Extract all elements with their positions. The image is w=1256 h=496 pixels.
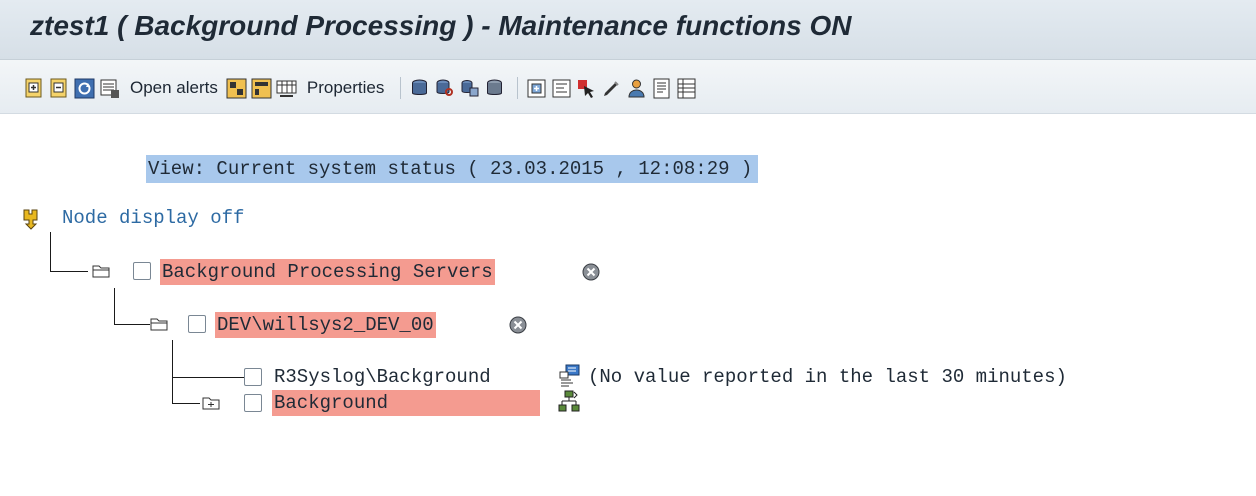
tree-connector bbox=[50, 271, 88, 272]
properties-button[interactable]: Properties bbox=[307, 78, 384, 98]
node-checkbox[interactable] bbox=[244, 394, 262, 412]
monitor-method-icon[interactable] bbox=[558, 364, 582, 393]
report-icon[interactable] bbox=[651, 78, 672, 99]
node-checkbox[interactable] bbox=[188, 315, 206, 333]
expand-icon[interactable] bbox=[24, 78, 45, 99]
database-icon[interactable] bbox=[409, 78, 430, 99]
tree-node-label[interactable]: R3Syslog\Background bbox=[272, 364, 493, 390]
display-icon[interactable] bbox=[99, 78, 120, 99]
tree-node-label[interactable]: Background Processing Servers bbox=[160, 259, 495, 285]
user-icon[interactable] bbox=[626, 78, 647, 99]
view-status-line: View: Current system status ( 23.03.2015… bbox=[146, 155, 759, 183]
node-checkbox[interactable] bbox=[244, 368, 262, 386]
collapse-icon[interactable] bbox=[49, 78, 70, 99]
tree-connector bbox=[114, 288, 115, 325]
tree-connector bbox=[114, 324, 150, 325]
folder-open-icon[interactable] bbox=[92, 264, 110, 278]
select-cursor-icon[interactable] bbox=[576, 78, 597, 99]
hierarchy-icon[interactable] bbox=[558, 390, 580, 419]
layout-icon[interactable] bbox=[226, 78, 247, 99]
refresh-icon[interactable] bbox=[74, 78, 95, 99]
database-alt-icon[interactable] bbox=[484, 78, 505, 99]
tree-node-label[interactable]: Background bbox=[272, 390, 540, 416]
tree-connector bbox=[50, 232, 51, 272]
node-display-off-link[interactable]: Node display off bbox=[62, 207, 244, 229]
toolbar-separator bbox=[517, 77, 519, 99]
tree-connector bbox=[172, 403, 200, 404]
tree-connector bbox=[172, 377, 244, 378]
node-checkbox[interactable] bbox=[133, 262, 151, 280]
list-icon[interactable] bbox=[676, 78, 697, 99]
error-status-icon bbox=[509, 316, 527, 334]
new-node-icon[interactable] bbox=[526, 78, 547, 99]
tree-node-label[interactable]: DEV\willsys2_DEV_00 bbox=[215, 312, 436, 338]
display-list-icon[interactable] bbox=[276, 78, 297, 99]
window-title: ztest1 ( Background Processing ) - Maint… bbox=[30, 10, 852, 41]
toolbar-separator bbox=[400, 77, 402, 99]
database-copy-icon[interactable] bbox=[459, 78, 480, 99]
node-details-icon[interactable] bbox=[551, 78, 572, 99]
database-search-icon[interactable] bbox=[434, 78, 455, 99]
node-display-toggle-icon[interactable] bbox=[22, 208, 42, 235]
error-status-icon bbox=[582, 263, 600, 281]
folder-closed-icon[interactable] bbox=[202, 396, 220, 410]
layout-alt-icon[interactable] bbox=[251, 78, 272, 99]
folder-open-icon[interactable] bbox=[150, 317, 168, 331]
status-note: (No value reported in the last 30 minute… bbox=[588, 366, 1067, 388]
tree-connector bbox=[172, 340, 173, 404]
pen-icon[interactable] bbox=[601, 78, 622, 99]
toolbar-buttons: Open alerts Properties bbox=[24, 76, 701, 100]
title-bar: ztest1 ( Background Processing ) - Maint… bbox=[0, 0, 1256, 60]
open-alerts-button[interactable]: Open alerts bbox=[130, 78, 218, 98]
